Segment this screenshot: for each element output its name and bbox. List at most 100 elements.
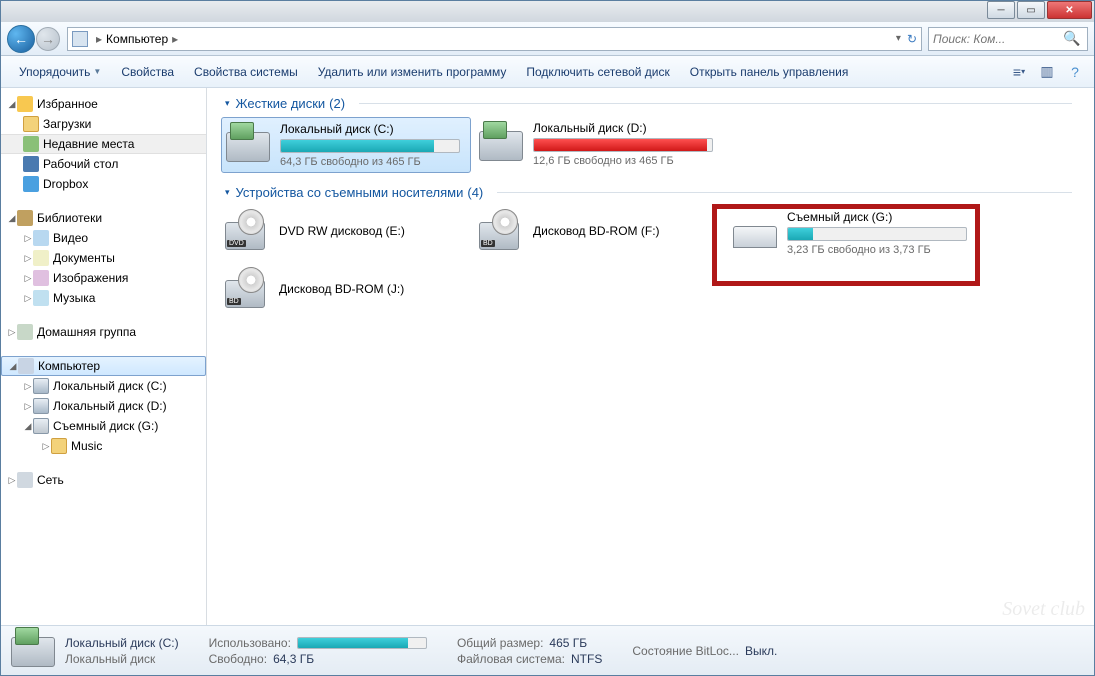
forward-button[interactable]: → [36,27,60,51]
status-fs-label: Файловая система: [457,652,565,666]
drive-free-text: 64,3 ГБ свободно из 465 ГБ [280,156,466,168]
drive-name: Дисковод BD-ROM (J:) [279,282,467,296]
titlebar: ─ ▭ ✕ [1,1,1094,22]
pictures-icon [33,270,49,286]
drive-name: DVD RW дисковод (E:) [279,224,467,238]
maximize-button[interactable]: ▭ [1017,1,1045,19]
sidebar-pictures[interactable]: ▷Изображения [1,268,206,288]
group-header-removable[interactable]: ▾ Устройства со съемными носителями (4) [215,181,1094,206]
computer-icon [72,31,88,47]
sidebar-recent[interactable]: Недавние места [1,134,206,154]
status-bitlocker-label: Состояние BitLoc... [632,644,739,658]
collapse-icon[interactable]: ▾ [225,98,230,109]
hdd-icon [33,378,49,394]
toolbar: Упорядочить▼ Свойства Свойства системы У… [1,56,1094,88]
uninstall-button[interactable]: Удалить или изменить программу [308,65,517,79]
dvd-icon: DVD [225,222,265,250]
collapse-icon[interactable]: ▾ [225,187,230,198]
homegroup-icon [17,324,33,340]
drive-free-text: 12,6 ГБ свободно из 465 ГБ [533,155,721,167]
group-header-hdd[interactable]: ▾ Жесткие диски (2) [215,92,1094,117]
status-capacity-bar [297,637,427,649]
sidebar-homegroup[interactable]: ▷Домашняя группа [1,322,206,342]
dropdown-icon[interactable]: ▾ [896,33,901,44]
recent-icon [23,136,39,152]
drive-c[interactable]: Локальный диск (C:) 64,3 ГБ свободно из … [221,117,471,173]
explorer-window: ─ ▭ ✕ ← → ▸ Компьютер ▸ ▾ ↻ 🔍 Упорядочит… [0,0,1095,676]
library-icon [17,210,33,226]
usb-icon [33,418,49,434]
sidebar-disk-g[interactable]: ◢Съемный диск (G:) [1,416,206,436]
view-options-icon[interactable]: ≡▾ [1008,61,1030,83]
search-box[interactable]: 🔍 [928,27,1088,51]
capacity-bar [533,138,713,152]
sidebar-network[interactable]: ▷Сеть [1,470,206,490]
folder-icon [51,438,67,454]
drive-f[interactable]: BD Дисковод BD-ROM (F:) [475,206,725,262]
system-properties-button[interactable]: Свойства системы [184,65,308,79]
breadcrumb-location[interactable]: Компьютер [106,32,168,46]
properties-button[interactable]: Свойства [111,65,184,79]
sidebar-favorites[interactable]: ◢Избранное [1,94,206,114]
desktop-icon [23,156,39,172]
status-drive-type: Локальный диск [65,652,179,666]
breadcrumb-separator: ▸ [96,32,102,46]
sidebar-documents[interactable]: ▷Документы [1,248,206,268]
bd-icon: BD [479,222,519,250]
document-icon [33,250,49,266]
sidebar-disk-c[interactable]: ▷Локальный диск (C:) [1,376,206,396]
search-icon[interactable]: 🔍 [1063,30,1080,47]
computer-icon [18,358,34,374]
minimize-button[interactable]: ─ [987,1,1015,19]
hdd-icon [479,131,523,161]
content-area: ▾ Жесткие диски (2) Локальный диск (C:) … [207,88,1094,625]
refresh-icon[interactable]: ↻ [907,32,917,46]
hdd-icon [11,637,55,667]
sidebar-downloads[interactable]: Загрузки [1,114,206,134]
status-total-label: Общий размер: [457,636,543,650]
capacity-bar [280,139,460,153]
annotation-highlight [712,204,980,286]
status-total-value: 465 ГБ [549,636,587,650]
drive-name: Локальный диск (D:) [533,121,721,135]
breadcrumb-separator: ▸ [172,32,178,46]
sidebar-music-folder[interactable]: ▷Music [1,436,206,456]
sidebar-computer[interactable]: ◢Компьютер [1,356,206,376]
status-free-value: 64,3 ГБ [273,652,314,666]
search-input[interactable] [933,32,1063,46]
status-used-label: Использовано: [209,636,291,650]
drive-e[interactable]: DVD DVD RW дисковод (E:) [221,206,471,262]
sidebar-music[interactable]: ▷Музыка [1,288,206,308]
network-icon [17,472,33,488]
organize-button[interactable]: Упорядочить▼ [9,65,111,79]
nav-bar: ← → ▸ Компьютер ▸ ▾ ↻ 🔍 [1,22,1094,56]
control-panel-button[interactable]: Открыть панель управления [680,65,859,79]
folder-icon [23,116,39,132]
music-icon [33,290,49,306]
bd-icon: BD [225,280,265,308]
drive-name: Дисковод BD-ROM (F:) [533,224,721,238]
help-icon[interactable]: ? [1064,61,1086,83]
star-icon [17,96,33,112]
details-pane: Локальный диск (C:) Локальный диск Испол… [1,625,1094,675]
status-bitlocker-value: Выкл. [745,644,777,658]
back-button[interactable]: ← [7,25,35,53]
hdd-icon [226,132,270,162]
close-button[interactable]: ✕ [1047,1,1092,19]
hdd-icon [33,398,49,414]
dropbox-icon [23,176,39,192]
status-drive-name: Локальный диск (C:) [65,636,179,650]
map-drive-button[interactable]: Подключить сетевой диск [516,65,679,79]
preview-pane-icon[interactable]: ▥ [1036,61,1058,83]
sidebar-videos[interactable]: ▷Видео [1,228,206,248]
sidebar-disk-d[interactable]: ▷Локальный диск (D:) [1,396,206,416]
sidebar-desktop[interactable]: Рабочий стол [1,154,206,174]
sidebar-libraries[interactable]: ◢Библиотеки [1,208,206,228]
drive-name: Локальный диск (C:) [280,122,466,136]
status-free-label: Свободно: [209,652,268,666]
address-bar[interactable]: ▸ Компьютер ▸ ▾ ↻ [67,27,922,51]
video-icon [33,230,49,246]
sidebar-dropbox[interactable]: Dropbox [1,174,206,194]
drive-d[interactable]: Локальный диск (D:) 12,6 ГБ свободно из … [475,117,725,173]
drive-j[interactable]: BD Дисковод BD-ROM (J:) [221,264,471,320]
